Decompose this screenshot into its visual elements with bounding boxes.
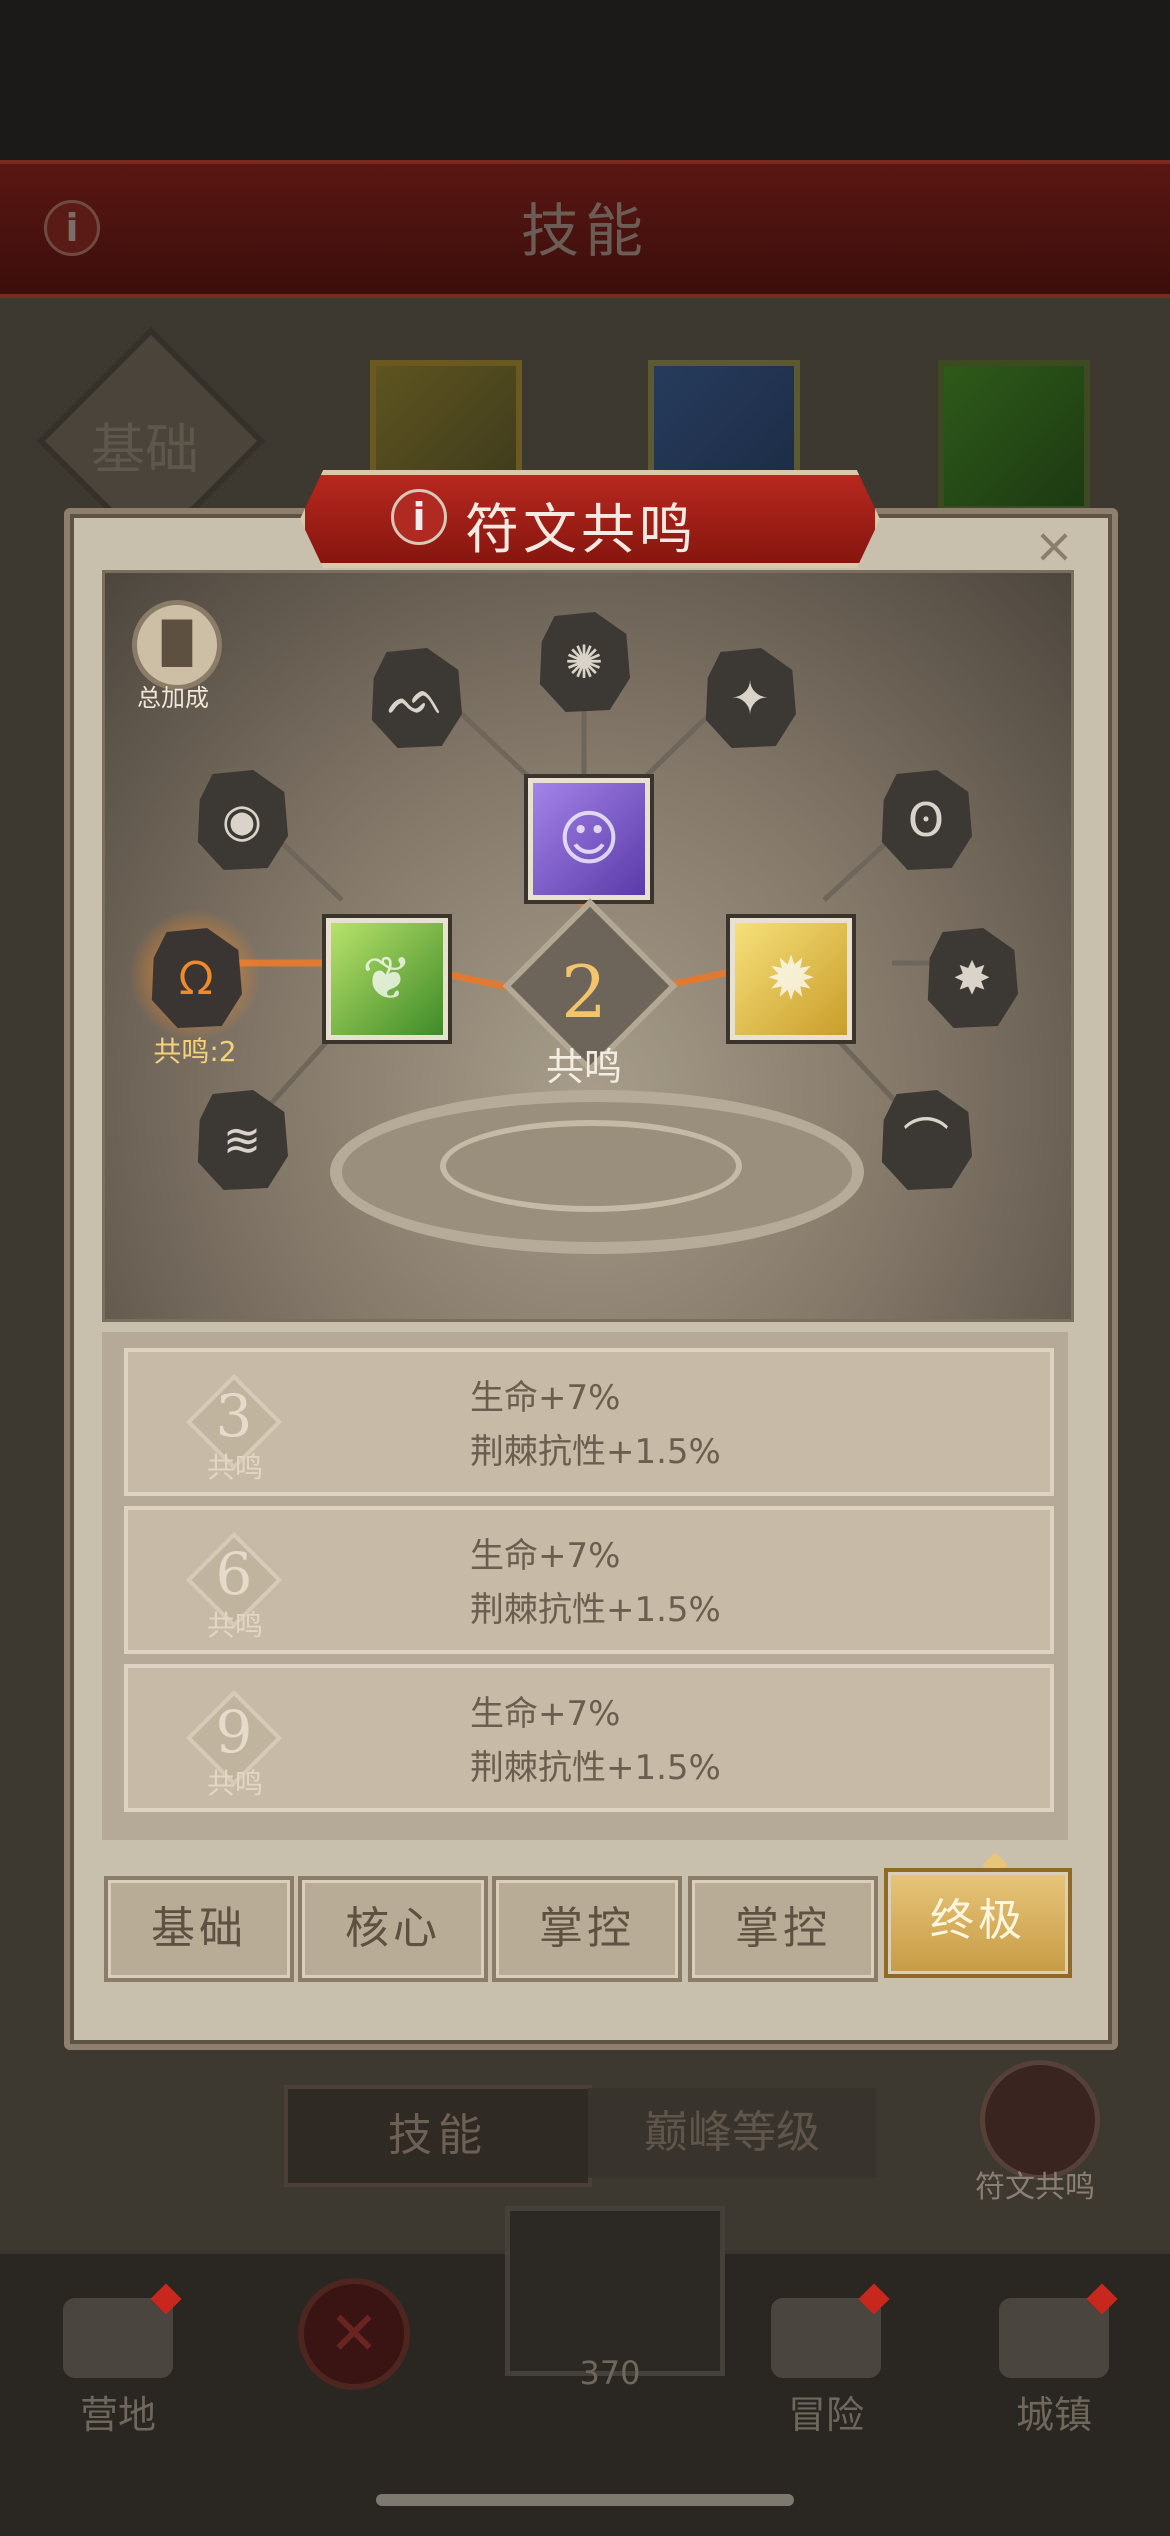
nav-item-adventure[interactable]: 冒险	[746, 2283, 906, 2439]
reward-threshold-value: 3	[215, 1382, 253, 1450]
reward-threshold-value: 9	[215, 1698, 253, 1766]
currency-amount: 370	[579, 2354, 641, 2392]
reward-threshold-value: 6	[215, 1540, 253, 1608]
reward-threshold-label: 共鸣	[206, 1451, 263, 1484]
reward-stat-line: 生命+7%	[470, 1378, 621, 1418]
nav-item-camp[interactable]: 营地	[38, 2283, 198, 2439]
skills-header: i 技能	[0, 160, 1170, 298]
reward-threshold-label: 共鸣	[206, 1767, 263, 1800]
camp-tent-icon	[63, 2283, 182, 2378]
active-rune-slot[interactable]: ᘯ	[151, 928, 242, 1028]
nav-item-town[interactable]: 城镇	[974, 2283, 1134, 2439]
skill-card-nature[interactable]: ❦	[326, 918, 448, 1040]
castle-icon	[999, 2283, 1118, 2378]
skill-card-portrait: ❦	[361, 944, 413, 1014]
skill-card-portrait: ☺	[557, 804, 621, 874]
reward-stat-line: 荆棘抗性+1.5%	[470, 1590, 721, 1630]
tab-mastery-2[interactable]: 掌控	[688, 1876, 878, 1982]
rune-slot[interactable]: ≋	[197, 1090, 288, 1190]
reward-stat-line: 生命+7%	[470, 1694, 621, 1734]
modal-title: 符文共鸣	[465, 498, 697, 561]
tab-ultimate[interactable]: 终极	[884, 1868, 1072, 1978]
skill-card-lightning[interactable]: ✹	[730, 918, 852, 1040]
reward-stat-line: 荆棘抗性+1.5%	[470, 1432, 721, 1472]
nav-label-camp: 营地	[79, 2393, 156, 2437]
modal-info-button[interactable]: i	[391, 489, 447, 545]
home-indicator	[376, 2494, 794, 2506]
close-icon[interactable]: ×	[1030, 522, 1078, 570]
tab-basic[interactable]: 基础	[104, 1876, 294, 1982]
active-rune-resonance-label: 共鸣:2	[153, 1035, 237, 1068]
nav-label-adventure: 冒险	[787, 2393, 864, 2437]
reward-stat-line: 荆棘抗性+1.5%	[470, 1748, 721, 1788]
bg-rune-resonance-label: 符文共鸣	[975, 2170, 1095, 2205]
bg-tab-peak-level: 巅峰等级	[588, 2088, 876, 2178]
reward-stat-line: 生命+7%	[470, 1536, 621, 1576]
bg-basic-tab-label: 基础	[91, 418, 199, 481]
bg-skill-icon-green	[938, 360, 1090, 512]
nav-label-town: 城镇	[1015, 2393, 1092, 2437]
skill-card-core[interactable]: ☺	[528, 778, 650, 900]
total-bonus-button[interactable]: ▐▌	[132, 600, 222, 690]
skill-card-portrait: ✹	[765, 944, 817, 1014]
bg-tab-skill: 技能	[284, 2085, 592, 2187]
resonance-center-value: 2	[561, 950, 607, 1034]
header-title: 技能	[520, 197, 649, 265]
total-bonus-label: 总加成	[137, 684, 209, 712]
nav-close-icon[interactable]: ✕	[298, 2278, 410, 2390]
map-scroll-icon	[771, 2283, 890, 2378]
modal-title-plate: i 符文共鸣	[300, 470, 880, 568]
tab-core[interactable]: 核心	[298, 1876, 488, 1982]
reward-threshold-label: 共鸣	[206, 1609, 263, 1642]
rune-slot[interactable]: ◉	[197, 770, 288, 870]
tab-mastery-1[interactable]: 掌控	[492, 1876, 682, 1982]
nav-center-dungeon-icon[interactable]	[505, 2206, 725, 2376]
resonance-center-label: 共鸣	[545, 1045, 622, 1089]
